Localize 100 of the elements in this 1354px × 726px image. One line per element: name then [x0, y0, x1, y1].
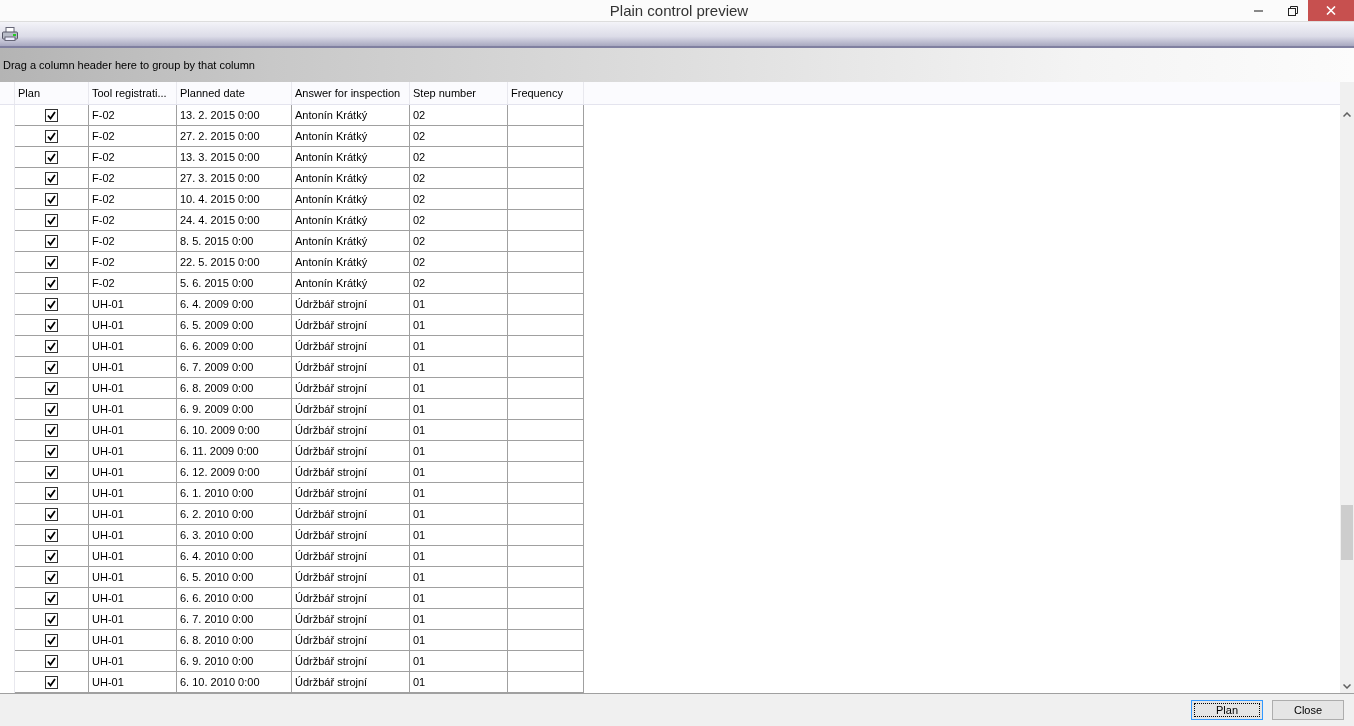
- table-cell: Údržbář strojní: [292, 546, 410, 567]
- table-cell: UH-01: [89, 336, 177, 357]
- close-button[interactable]: [1308, 0, 1354, 21]
- checkbox[interactable]: [45, 654, 58, 668]
- table-cell: Údržbář strojní: [292, 315, 410, 336]
- column-header[interactable]: Planned date: [177, 82, 292, 104]
- table-cell: Údržbář strojní: [292, 483, 410, 504]
- table-cell: 02: [410, 252, 508, 273]
- table-cell: 01: [410, 609, 508, 630]
- checkbox[interactable]: [45, 465, 58, 479]
- table-cell: 02: [410, 189, 508, 210]
- checkbox[interactable]: [45, 276, 58, 290]
- table-cell: 6. 12. 2009 0:00: [177, 462, 292, 483]
- table-cell: 01: [410, 441, 508, 462]
- table-cell: F-02: [89, 126, 177, 147]
- column-header[interactable]: Frequency: [508, 82, 584, 104]
- table-cell: 01: [410, 651, 508, 672]
- checkbox[interactable]: [45, 234, 58, 248]
- table-cell: F-02: [89, 210, 177, 231]
- table-cell: 01: [410, 420, 508, 441]
- table-cell: Antonín Krátký: [292, 168, 410, 189]
- checkbox[interactable]: [45, 570, 58, 584]
- checkbox[interactable]: [45, 150, 58, 164]
- checkbox[interactable]: [45, 402, 58, 416]
- table-cell: Údržbář strojní: [292, 525, 410, 546]
- checkbox[interactable]: [45, 192, 58, 206]
- checkbox[interactable]: [45, 507, 58, 521]
- checkbox[interactable]: [45, 612, 58, 626]
- table-cell: F-02: [89, 168, 177, 189]
- table-cell: 6. 8. 2009 0:00: [177, 378, 292, 399]
- column-header[interactable]: Plan: [15, 82, 89, 104]
- checkmark-icon: [47, 404, 56, 414]
- table-cell: F-02: [89, 273, 177, 294]
- table-cell: Údržbář strojní: [292, 630, 410, 651]
- table-cell: Údržbář strojní: [292, 420, 410, 441]
- table-cell: UH-01: [89, 315, 177, 336]
- checkbox[interactable]: [45, 444, 58, 458]
- table-cell: 02: [410, 273, 508, 294]
- table-cell: UH-01: [89, 609, 177, 630]
- checkbox[interactable]: [45, 591, 58, 605]
- checkmark-icon: [47, 635, 56, 645]
- checkmark-icon: [47, 341, 56, 351]
- printer-icon[interactable]: [2, 27, 18, 41]
- dialog-button[interactable]: Close: [1272, 700, 1344, 720]
- table-cell: 27. 3. 2015 0:00: [177, 168, 292, 189]
- checkbox[interactable]: [45, 213, 58, 227]
- table-cell: Antonín Krátký: [292, 252, 410, 273]
- checkbox[interactable]: [45, 528, 58, 542]
- checkbox[interactable]: [45, 633, 58, 647]
- checkmark-icon: [47, 215, 56, 225]
- table-cell: 8. 5. 2015 0:00: [177, 231, 292, 252]
- checkbox[interactable]: [45, 171, 58, 185]
- column-header[interactable]: Answer for inspection: [292, 82, 410, 104]
- checkbox[interactable]: [45, 360, 58, 374]
- table-cell: Údržbář strojní: [292, 651, 410, 672]
- table-cell: F-02: [89, 147, 177, 168]
- checkmark-icon: [47, 572, 56, 582]
- table-cell: 01: [410, 588, 508, 609]
- checkbox[interactable]: [45, 549, 58, 563]
- table-cell: 01: [410, 546, 508, 567]
- column-header[interactable]: Tool registrati...: [89, 82, 177, 104]
- checkbox[interactable]: [45, 129, 58, 143]
- checkbox[interactable]: [45, 255, 58, 269]
- checkmark-icon: [47, 173, 56, 183]
- table-cell: 6. 4. 2009 0:00: [177, 294, 292, 315]
- column-header[interactable]: Step number: [410, 82, 508, 104]
- vertical-scrollbar[interactable]: [1340, 82, 1354, 693]
- checkmark-icon: [47, 593, 56, 603]
- checkmark-icon: [47, 509, 56, 519]
- table-cell: 24. 4. 2015 0:00: [177, 210, 292, 231]
- table-cell: 6. 9. 2009 0:00: [177, 399, 292, 420]
- checkbox[interactable]: [45, 108, 58, 122]
- checkmark-icon: [47, 320, 56, 330]
- checkbox[interactable]: [45, 486, 58, 500]
- table-cell: 6. 8. 2010 0:00: [177, 630, 292, 651]
- table-cell: 01: [410, 399, 508, 420]
- checkbox[interactable]: [45, 297, 58, 311]
- table-cell: 02: [410, 105, 508, 126]
- checkbox[interactable]: [45, 675, 58, 689]
- table-cell: UH-01: [89, 462, 177, 483]
- table-cell: Údržbář strojní: [292, 441, 410, 462]
- checkbox[interactable]: [45, 423, 58, 437]
- checkbox[interactable]: [45, 381, 58, 395]
- table-cell: F-02: [89, 252, 177, 273]
- checkbox[interactable]: [45, 318, 58, 332]
- scroll-down-icon[interactable]: [1343, 684, 1351, 689]
- table-cell: Údržbář strojní: [292, 588, 410, 609]
- checkbox[interactable]: [45, 339, 58, 353]
- table-cell: F-02: [89, 189, 177, 210]
- scroll-up-icon[interactable]: [1343, 112, 1351, 117]
- table-cell: F-02: [89, 231, 177, 252]
- scrollbar-thumb[interactable]: [1341, 505, 1353, 560]
- table-cell: 6. 2. 2010 0:00: [177, 504, 292, 525]
- checkmark-icon: [47, 110, 56, 120]
- dialog-button[interactable]: Plan: [1191, 700, 1263, 720]
- table-cell: 6. 6. 2009 0:00: [177, 336, 292, 357]
- checkmark-icon: [47, 236, 56, 246]
- table-cell: 01: [410, 294, 508, 315]
- table-cell: 6. 3. 2010 0:00: [177, 525, 292, 546]
- table-cell: F-02: [89, 105, 177, 126]
